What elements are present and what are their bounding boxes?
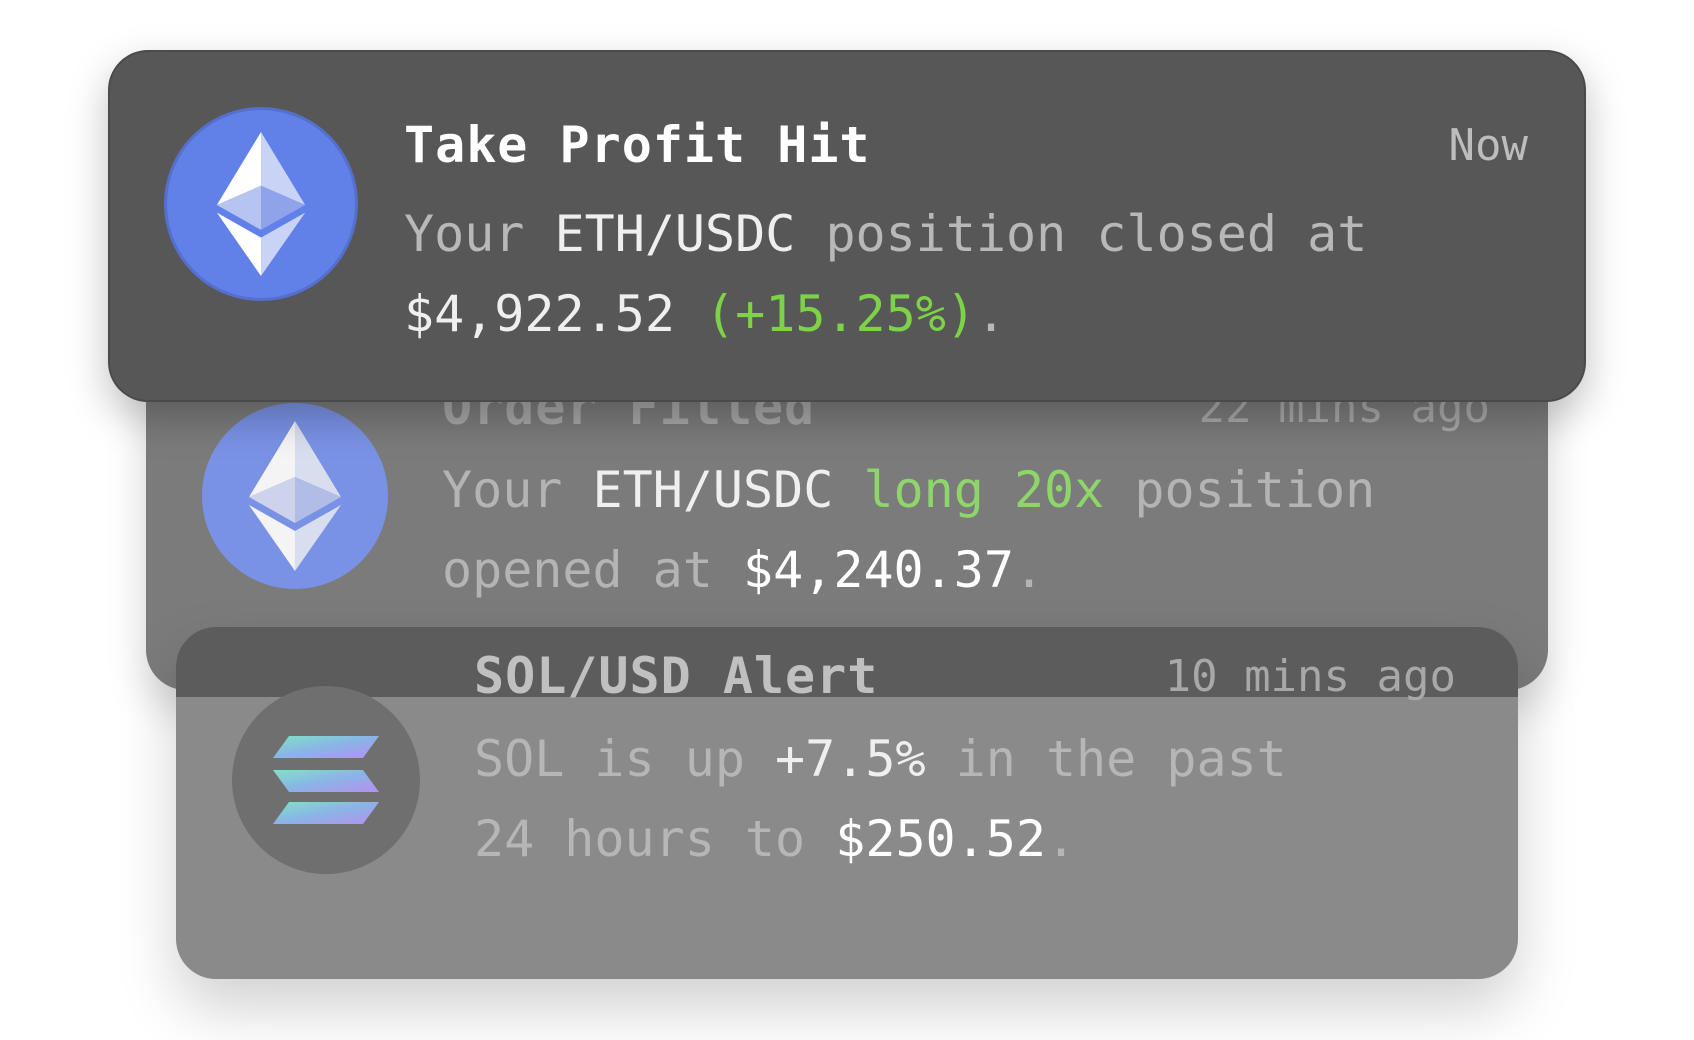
notification-body: SOL is up +7.5% in the past 24 hours to …	[474, 719, 1287, 879]
body-text: in the past	[925, 730, 1287, 788]
ethereum-icon	[164, 107, 358, 301]
body-text: Your	[404, 205, 555, 263]
body-text: position closed at	[795, 205, 1368, 263]
notification-title: SOL/USD Alert	[474, 647, 879, 705]
notification-time: Now	[1448, 120, 1528, 171]
body-text: .	[1013, 541, 1045, 599]
change-percent: (+15.25%)	[674, 285, 976, 343]
price-value: $250.52	[835, 810, 1046, 868]
body-text: 24 hours to	[474, 810, 836, 868]
notification-sol-alert[interactable]: SOL/USD Alert 10 mins ago SOL is up +7.5…	[176, 627, 1518, 979]
body-text: .	[975, 285, 1007, 343]
price-value: $4,240.37	[743, 541, 1014, 599]
ethereum-icon	[202, 403, 388, 589]
notification-title: Take Profit Hit	[404, 116, 871, 174]
notification-body: Your ETH/USDC long 20x position opened a…	[442, 450, 1375, 610]
body-text: SOL is up	[474, 730, 776, 788]
body-text: Your	[442, 461, 593, 519]
price-value: $4,922.52	[404, 285, 675, 343]
notification-body: Your ETH/USDC position closed at $4,922.…	[404, 194, 1367, 354]
body-text: opened at	[442, 541, 744, 599]
change-percent: +7.5%	[775, 730, 926, 788]
body-text: .	[1045, 810, 1077, 868]
notification-take-profit[interactable]: Take Profit Hit Now Your ETH/USDC positi…	[108, 50, 1586, 402]
body-text: position	[1104, 461, 1376, 519]
position-side: long 20x	[833, 461, 1105, 519]
notification-stack: SOL/USD Alert 10 mins ago SOL is up +7.5…	[0, 0, 1694, 1040]
notification-time: 10 mins ago	[1164, 651, 1456, 702]
trading-pair: ETH/USDC	[554, 205, 796, 263]
trading-pair: ETH/USDC	[592, 461, 834, 519]
solana-icon	[232, 686, 420, 874]
